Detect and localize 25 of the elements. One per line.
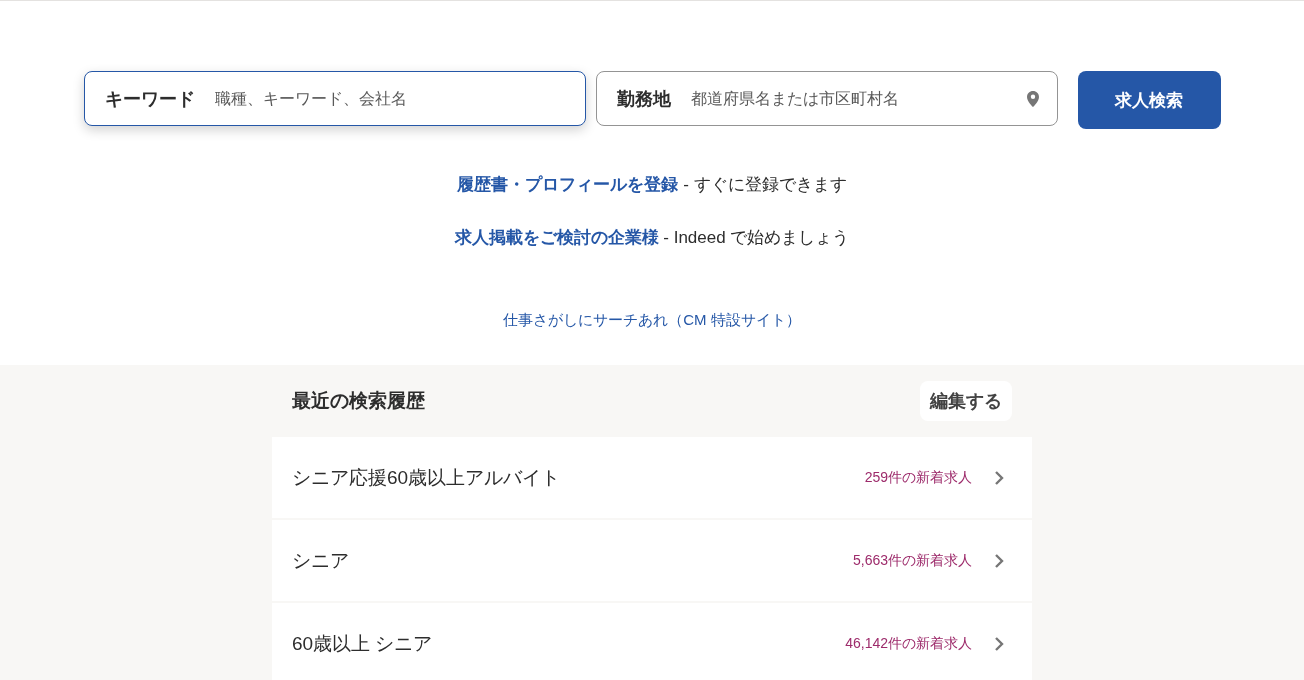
search-button[interactable]: 求人検索	[1077, 71, 1221, 129]
keyword-label: キーワード	[104, 87, 195, 111]
chevron-right-icon	[994, 552, 1004, 569]
promo-link[interactable]: 仕事さがしにサーチあれ（CM 特設サイト）	[503, 311, 801, 330]
prompt-link[interactable]: 履歴書・プロフィールを登録	[457, 175, 679, 194]
history-title: 最近の検索履歴	[292, 389, 425, 413]
keyword-field[interactable]: キーワード 職種、キーワード、会社名	[83, 71, 586, 126]
signup-prompt: 履歴書・プロフィールを登録 - すぐに登録できます	[457, 174, 847, 196]
prompt-link[interactable]: 求人掲載をご検討の企業様	[454, 228, 659, 247]
new-jobs-count: 259件の新着求人	[864, 468, 972, 487]
signup-prompt: 求人掲載をご検討の企業様 - Indeed で始めましょう	[454, 227, 850, 249]
search-query: シニア	[292, 548, 350, 573]
history-item[interactable]: 60歳以上 シニア 46,142件の新着求人	[272, 603, 1032, 680]
search-query: 60歳以上 シニア	[292, 631, 434, 656]
chevron-right-icon	[994, 635, 1004, 652]
new-jobs-count: 5,663件の新着求人	[852, 551, 972, 570]
location-pin-icon	[1026, 90, 1039, 107]
location-field[interactable]: 勤務地 都道府県名または市区町村名	[595, 71, 1058, 126]
new-jobs-count: 46,142件の新着求人	[845, 634, 972, 653]
edit-button[interactable]: 編集する	[920, 381, 1012, 421]
location-label: 勤務地	[616, 87, 671, 111]
history-item[interactable]: シニア応援60歳以上アルバイト 259件の新着求人	[272, 437, 1032, 518]
search-query: シニア応援60歳以上アルバイト	[292, 465, 562, 490]
history-item[interactable]: シニア 5,663件の新着求人	[272, 520, 1032, 601]
chevron-right-icon	[994, 469, 1004, 486]
